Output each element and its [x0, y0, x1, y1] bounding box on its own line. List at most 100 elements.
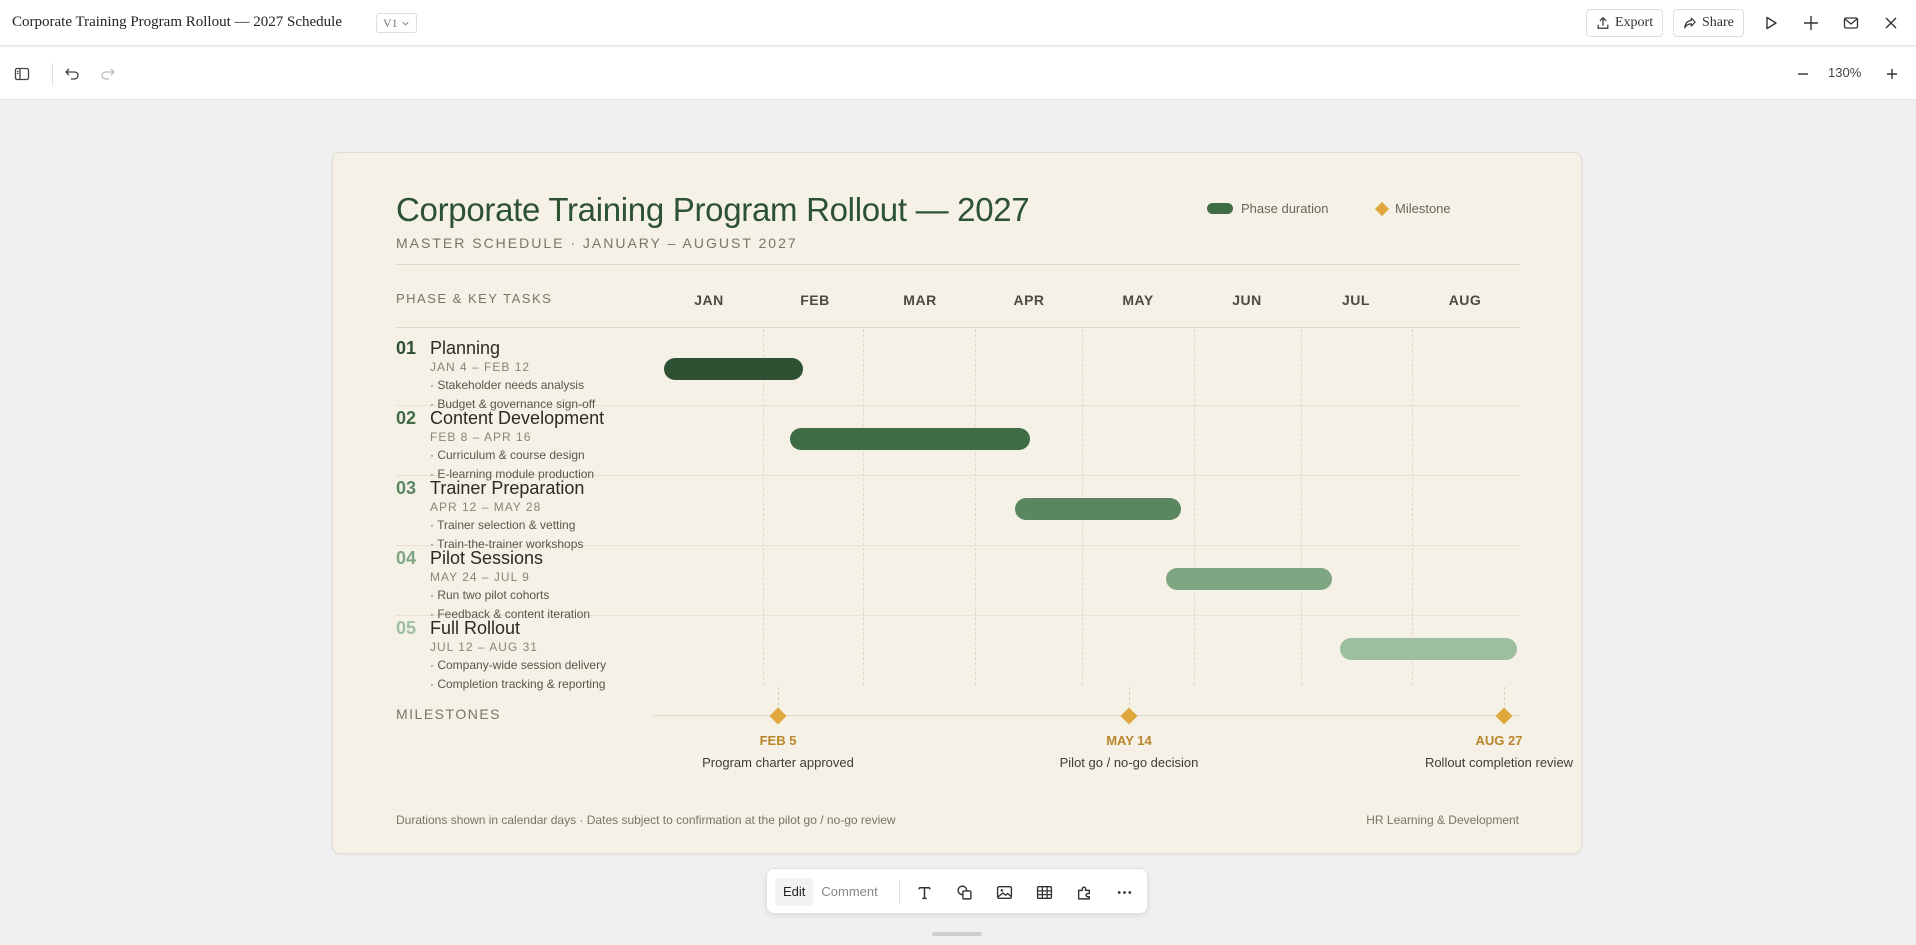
month-gridline	[1412, 329, 1413, 685]
phase-dates: FEB 8 – APR 16	[430, 430, 532, 444]
milestone-marker-pilot-decision[interactable]	[1120, 707, 1138, 725]
milestone-date: AUG 27	[1475, 733, 1523, 748]
toolbar-divider	[899, 880, 900, 904]
play-icon	[1766, 16, 1777, 30]
plugin-icon	[1077, 886, 1090, 900]
export-label: Export	[1615, 15, 1654, 30]
month-gridline	[1301, 329, 1302, 685]
phase-column-header: PHASE & KEY TASKS	[396, 291, 553, 306]
phase-number: 05	[396, 618, 417, 638]
title-bar: Corporate Training Program Rollout — 202…	[0, 0, 1916, 46]
milestone-date: FEB 5	[759, 733, 797, 748]
phase-dates: APR 12 – MAY 28	[430, 500, 542, 514]
zoom-in-button[interactable]	[1880, 62, 1904, 86]
undo-icon	[65, 68, 79, 80]
insert-shape-button[interactable]	[952, 880, 976, 904]
document-title[interactable]: Corporate Training Program Rollout — 202…	[12, 14, 342, 31]
phase-dates: JUL 12 – AUG 31	[430, 640, 538, 654]
share-button[interactable]: Share	[1673, 9, 1744, 37]
share-label: Share	[1702, 15, 1734, 30]
header-divider	[396, 327, 1520, 328]
phase-name: Full Rollout	[430, 618, 521, 638]
milestone-description: Rollout completion review	[1424, 755, 1574, 770]
zoom-out-button[interactable]	[1791, 62, 1815, 86]
phase-number: 01	[396, 338, 417, 358]
zoom-in-icon	[1887, 69, 1897, 79]
slide-canvas[interactable]: Corporate Training Program Rollout — 202…	[332, 152, 1582, 854]
gantt-bar-trainer-preparation[interactable]	[1015, 498, 1181, 520]
share-icon	[1684, 17, 1696, 29]
zoom-out-icon	[1798, 73, 1808, 75]
milestone-date: MAY 14	[1106, 733, 1152, 748]
panel-resize-handle[interactable]	[932, 932, 982, 936]
month-gridline	[1194, 329, 1195, 685]
present-button[interactable]	[1759, 11, 1783, 35]
phase-name: Pilot Sessions	[430, 548, 544, 568]
month-label: JUL	[1342, 292, 1370, 308]
insert-plugin-button[interactable]	[1072, 880, 1096, 904]
mode-switch: Edit Comment	[775, 878, 886, 906]
close-button[interactable]	[1879, 11, 1903, 35]
footer-note: Durations shown in calendar days · Dates…	[396, 813, 896, 827]
insert-table-button[interactable]	[1032, 880, 1056, 904]
gantt-bar-pilot-sessions[interactable]	[1166, 568, 1332, 590]
redo-icon	[101, 68, 115, 80]
slide-title[interactable]: Corporate Training Program Rollout — 202…	[396, 191, 1030, 229]
insert-image-button[interactable]	[992, 880, 1016, 904]
toggle-sidebar-button[interactable]	[10, 62, 34, 86]
comment-mode-button[interactable]: Comment	[813, 878, 885, 906]
milestone-marker-completion-review[interactable]	[1495, 707, 1513, 725]
zoom-level[interactable]: 130%	[1828, 65, 1861, 80]
phase-name: Content Development	[430, 408, 605, 428]
month-label: AUG	[1448, 292, 1482, 308]
phase-task: · Trainer selection & vetting	[430, 518, 576, 532]
undo-button[interactable]	[60, 62, 84, 86]
legend-duration: Phase duration	[1207, 201, 1328, 216]
legend-milestone-swatch	[1374, 201, 1390, 216]
month-label: APR	[1013, 292, 1045, 308]
legend-duration-swatch	[1207, 203, 1233, 214]
month-gridline	[863, 329, 864, 685]
version-dropdown[interactable]: V1	[376, 13, 417, 33]
gantt-bar-full-rollout[interactable]	[1340, 638, 1517, 660]
more-icon	[1117, 890, 1131, 894]
phase-number: 03	[396, 478, 417, 498]
phase-task: · Curriculum & course design	[430, 448, 585, 462]
phase-task: · Completion tracking & reporting	[430, 677, 606, 691]
gantt-bar-content-development[interactable]	[790, 428, 1030, 450]
milestone-description: Pilot go / no-go decision	[1059, 755, 1199, 770]
more-options-button[interactable]	[1112, 880, 1136, 904]
crosshair-icon	[1804, 16, 1818, 30]
mail-button[interactable]	[1839, 11, 1863, 35]
insert-text-button[interactable]	[912, 880, 936, 904]
mail-icon	[1843, 17, 1859, 29]
phase-task: · Run two pilot cohorts	[430, 588, 550, 602]
chevron-down-icon	[402, 21, 409, 26]
legend-duration-label: Phase duration	[1241, 201, 1329, 216]
upload-icon	[1597, 16, 1609, 29]
slide-subtitle[interactable]: MASTER SCHEDULE · JANUARY – AUGUST 2027	[396, 235, 798, 251]
crosshair-button[interactable]	[1799, 11, 1823, 35]
legend-milestone: Milestone	[1374, 201, 1451, 216]
milestone-marker-charter[interactable]	[769, 707, 787, 725]
toolbar-divider	[52, 63, 53, 85]
gantt-bar-planning[interactable]	[664, 358, 803, 380]
month-gridline	[975, 329, 976, 685]
phase-name: Trainer Preparation	[430, 478, 585, 498]
month-gridline	[763, 329, 764, 685]
editor-toolbar: 130%	[0, 47, 1916, 100]
month-label: FEB	[800, 292, 830, 308]
text-icon	[917, 886, 931, 899]
close-icon	[1885, 17, 1897, 29]
insert-toolbar: Edit Comment	[766, 868, 1148, 914]
phase-number: 04	[396, 548, 417, 568]
shapes-icon	[956, 884, 972, 900]
phase-task: · Stakeholder needs analysis	[430, 378, 585, 392]
redo-button[interactable]	[96, 62, 120, 86]
version-label: V1	[383, 16, 398, 30]
export-button[interactable]: Export	[1586, 9, 1664, 37]
edit-mode-button[interactable]: Edit	[775, 878, 814, 906]
month-label: JUN	[1232, 292, 1262, 308]
month-label: MAY	[1122, 292, 1154, 308]
phase-task: · Company-wide session delivery	[430, 658, 607, 672]
